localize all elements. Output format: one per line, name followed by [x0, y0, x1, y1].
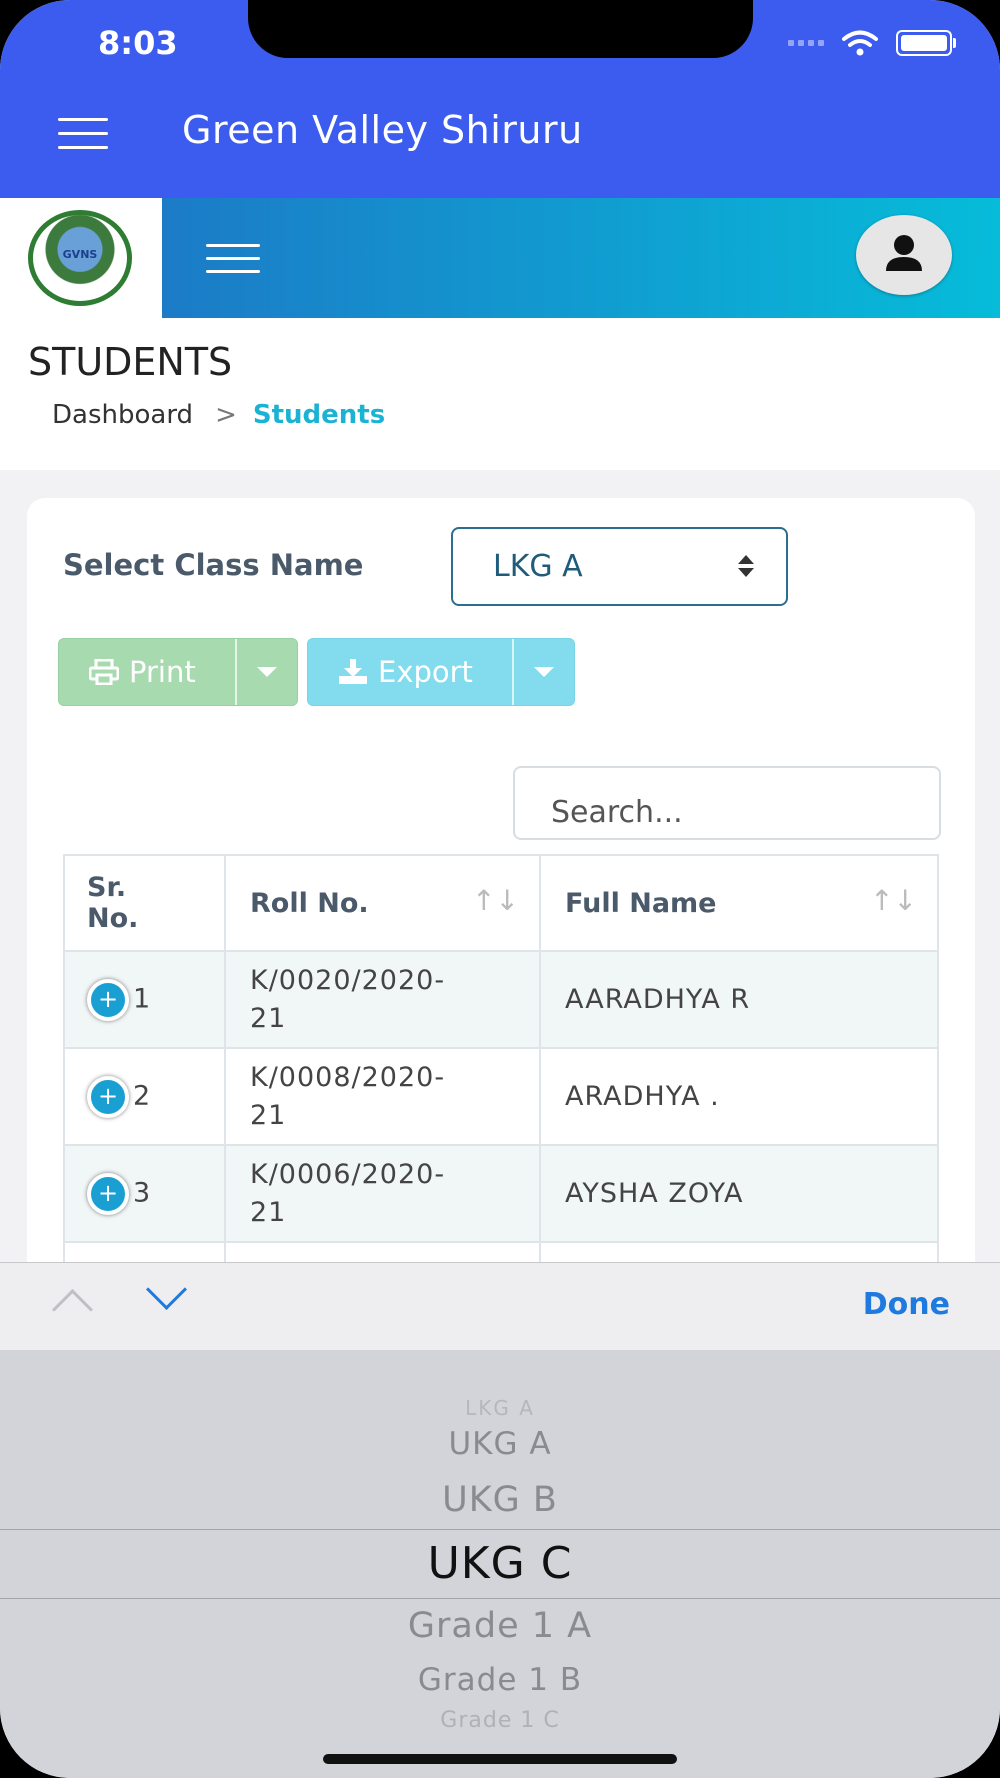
- logo-text: GVNS: [62, 248, 98, 261]
- table-header-row: Sr. No. Roll No. ↑↓ Full Name ↑↓: [63, 854, 939, 952]
- header-sr-line2: No.: [87, 903, 139, 934]
- picker-option[interactable]: UKG A: [0, 1426, 1000, 1462]
- roll-value-cont: 21: [250, 1099, 287, 1131]
- table-row: +3 K/0006/2020- 21 AYSHA ZOYA: [63, 1144, 939, 1243]
- picker-option[interactable]: Grade 1 C: [0, 1708, 1000, 1733]
- name-cell: AARADHYA R: [539, 950, 939, 1049]
- caret-down-icon: [257, 667, 277, 677]
- done-button[interactable]: Done: [863, 1287, 950, 1322]
- table-row: +2 K/0008/2020- 21 ARADHYA .: [63, 1047, 939, 1146]
- breadcrumb-current: Students: [252, 400, 386, 430]
- breadcrumb-separator-icon: >: [215, 400, 237, 430]
- print-button-group: Print: [58, 638, 298, 706]
- sr-cell: +3: [63, 1144, 226, 1243]
- app-menu-icon[interactable]: [58, 118, 108, 160]
- class-select-value: LKG A: [493, 549, 583, 584]
- user-avatar[interactable]: [856, 215, 952, 295]
- site-header: GVNS: [0, 198, 1000, 318]
- name-cell: AYSHA ZOYA: [539, 1144, 939, 1243]
- name-cell: ARADHYA .: [539, 1047, 939, 1146]
- cellular-signal-icon: [788, 40, 824, 46]
- header-full-name[interactable]: Full Name ↑↓: [539, 854, 939, 952]
- expand-row-icon[interactable]: +: [87, 1075, 129, 1118]
- sr-cell: +1: [63, 950, 226, 1049]
- keyboard-accessory-bar: Done: [0, 1262, 1000, 1351]
- search-input[interactable]: [513, 766, 941, 840]
- roll-cell: K/0006/2020- 21: [224, 1144, 541, 1243]
- header-roll-no[interactable]: Roll No. ↑↓: [224, 854, 541, 952]
- caret-down-icon: [534, 667, 554, 677]
- roll-value-cont: 21: [250, 1196, 287, 1228]
- roll-cell: K/0020/2020- 21: [224, 950, 541, 1049]
- download-icon: [339, 659, 367, 684]
- user-icon: [886, 235, 922, 271]
- select-caret-icon: [738, 555, 754, 577]
- battery-icon: [896, 30, 956, 56]
- page-title: STUDENTS: [28, 340, 233, 384]
- export-dropdown-toggle[interactable]: [512, 639, 574, 705]
- next-field-icon[interactable]: [145, 1268, 188, 1311]
- class-select-label: Select Class Name: [63, 548, 364, 582]
- expand-row-icon[interactable]: +: [87, 1172, 129, 1215]
- export-button-group: Export: [307, 638, 575, 706]
- picker-option[interactable]: UKG B: [0, 1480, 1000, 1520]
- roll-value: K/0020/2020-: [250, 964, 446, 996]
- roll-cell: K/0008/2020- 21: [224, 1047, 541, 1146]
- breadcrumb: Dashboard > Students: [52, 400, 385, 430]
- printer-icon: [89, 659, 119, 685]
- sr-value: 2: [133, 1080, 151, 1111]
- sr-value: 1: [133, 983, 151, 1014]
- roll-value: K/0008/2020-: [250, 1061, 446, 1093]
- app-bar: 8:03 Green Valley Shiruru: [0, 0, 1000, 198]
- picker-option-selected[interactable]: UKG C: [0, 1538, 1000, 1589]
- sidebar-toggle-icon[interactable]: [206, 244, 260, 283]
- header-roll-label: Roll No.: [250, 887, 369, 919]
- picker-option[interactable]: LKG A: [0, 1396, 1000, 1420]
- sort-icon: ↑↓: [870, 884, 917, 917]
- picker-selection-line: [0, 1598, 1000, 1599]
- export-button[interactable]: Export: [308, 639, 473, 705]
- header-name-label: Full Name: [565, 887, 717, 919]
- header-sr-no[interactable]: Sr. No.: [63, 854, 226, 952]
- previous-field-icon[interactable]: [51, 1288, 94, 1331]
- expand-row-icon[interactable]: +: [87, 978, 129, 1021]
- home-indicator[interactable]: [323, 1754, 677, 1764]
- sr-cell: +2: [63, 1047, 226, 1146]
- export-label: Export: [378, 655, 473, 689]
- device-notch: [248, 0, 753, 58]
- logo-container[interactable]: GVNS: [0, 198, 162, 318]
- class-select[interactable]: LKG A: [451, 527, 788, 606]
- app-title: Green Valley Shiruru: [182, 108, 583, 152]
- print-label: Print: [129, 655, 196, 689]
- header-sr-line1: Sr.: [87, 872, 127, 903]
- status-time: 8:03: [98, 24, 178, 62]
- students-card: Select Class Name LKG A Print Export Sea…: [27, 498, 975, 1340]
- breadcrumb-dashboard[interactable]: Dashboard: [52, 400, 193, 430]
- print-button[interactable]: Print: [59, 639, 196, 705]
- roll-value: K/0006/2020-: [250, 1158, 446, 1190]
- sr-value: 3: [133, 1177, 151, 1208]
- phone-screen: 8:03 Green Valley Shiruru GVNS STUDENTS …: [0, 0, 1000, 1778]
- class-picker-wheel[interactable]: LKG A UKG A UKG B UKG C Grade 1 A Grade …: [0, 1350, 1000, 1778]
- page-header: STUDENTS Dashboard > Students: [0, 318, 1000, 470]
- roll-value-cont: 21: [250, 1002, 287, 1034]
- picker-option[interactable]: Grade 1 B: [0, 1662, 1000, 1698]
- picker-option[interactable]: Grade 1 A: [0, 1606, 1000, 1646]
- print-dropdown-toggle[interactable]: [235, 639, 297, 705]
- status-icons: [788, 30, 956, 56]
- table-row: +1 K/0020/2020- 21 AARADHYA R: [63, 950, 939, 1049]
- wifi-icon: [842, 30, 878, 56]
- picker-selection-line: [0, 1529, 1000, 1530]
- sort-icon: ↑↓: [472, 884, 519, 917]
